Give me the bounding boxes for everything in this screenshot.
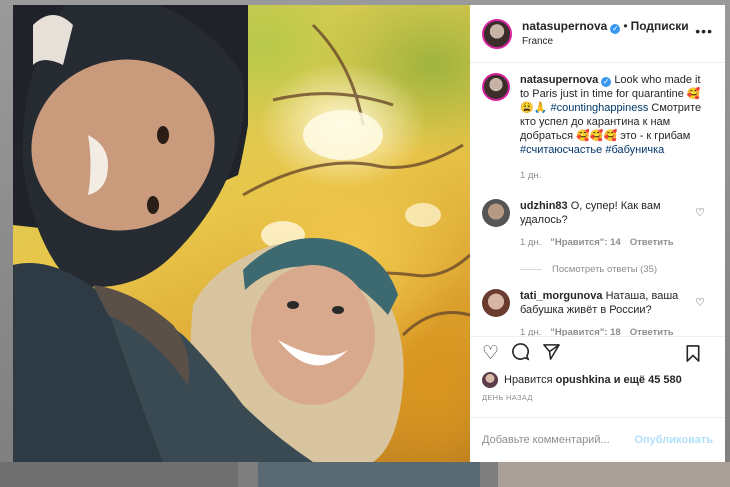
hashtag-link[interactable]: #считаюсчастье [520, 144, 602, 156]
hashtag-link[interactable]: #countinghappiness [550, 102, 648, 114]
like-comment-heart-icon[interactable]: ♡ [695, 206, 705, 219]
likes-connector[interactable]: и ещё [614, 374, 645, 386]
likes-count[interactable]: 45 580 [648, 374, 682, 386]
like-heart-icon[interactable]: ♡ [482, 344, 499, 364]
view-replies-label[interactable]: Посмотреть ответы (35) [552, 264, 657, 275]
comment-time[interactable]: 1 дн. [520, 327, 541, 336]
selfie-illustration [13, 5, 470, 462]
author-avatar[interactable] [482, 18, 512, 49]
reply-button[interactable]: Ответить [630, 237, 674, 248]
liker-avatar[interactable] [482, 372, 498, 388]
likes-prefix: Нравится [504, 374, 553, 386]
comment-likes[interactable]: "Нравится": 18 [550, 327, 620, 336]
verified-icon: ✓ [610, 23, 621, 34]
post-location[interactable]: France [522, 34, 689, 50]
caption-time[interactable]: 1 дн. [520, 170, 541, 181]
bookmark-icon[interactable] [685, 344, 701, 368]
background-thumbnail [498, 462, 730, 487]
post-sidebar: natasupernova ✓ • Подписки France ••• natas… [470, 5, 725, 462]
comment-likes[interactable]: "Нравится": 14 [550, 237, 620, 248]
comments-section: natasupernova ✓ Look who made it to Paris… [470, 63, 725, 336]
comment: udzhin83 О, супер! Как вам удалось? 1 дн… [482, 199, 713, 250]
separator-dot: • [623, 18, 628, 33]
view-replies[interactable]: Посмотреть ответы (35) [520, 264, 713, 275]
post-date[interactable]: ДЕНЬ НАЗАД [470, 389, 725, 409]
reply-button[interactable]: Ответить [630, 327, 674, 336]
caption: natasupernova ✓ Look who made it to Paris… [482, 73, 713, 183]
verified-icon: ✓ [601, 77, 612, 87]
author-username[interactable]: natasupernova [522, 19, 607, 33]
background-thumbnail [0, 462, 238, 487]
hashtag-link[interactable]: #бабуничка [605, 144, 664, 156]
commenter-avatar[interactable] [482, 199, 510, 227]
post-modal: natasupernova ✓ • Подписки France ••• natas… [13, 5, 725, 462]
post-photo[interactable] [13, 5, 470, 462]
comment-bubble-icon[interactable] [511, 342, 530, 366]
liker-username[interactable]: opushkina [556, 374, 611, 386]
follow-button[interactable]: Подписки [631, 19, 689, 33]
like-comment-heart-icon[interactable]: ♡ [695, 296, 705, 309]
comment-time[interactable]: 1 дн. [520, 237, 541, 248]
likes-line: Нравится opushkina и ещё 45 580 [470, 371, 725, 389]
more-options-icon[interactable]: ••• [695, 23, 713, 39]
post-actions: ♡ [470, 336, 725, 371]
commenter-avatar[interactable] [482, 289, 510, 317]
caption-username[interactable]: natasupernova [520, 74, 598, 86]
comment: tati_morgunova Наташа, ваша бабушка живё… [482, 289, 713, 336]
comment-username[interactable]: tati_morgunova [520, 290, 603, 302]
post-header: natasupernova ✓ • Подписки France ••• [470, 5, 725, 63]
comment-input[interactable]: Добавьте комментарий... [482, 434, 634, 446]
publish-button[interactable]: Опубликовать [634, 434, 713, 446]
background-thumbnail [258, 462, 480, 487]
share-paper-plane-icon[interactable] [542, 342, 561, 366]
add-comment-bar: Добавьте комментарий... Опубликовать [470, 417, 725, 462]
comment-username[interactable]: udzhin83 [520, 200, 568, 212]
caption-avatar[interactable] [482, 73, 510, 101]
